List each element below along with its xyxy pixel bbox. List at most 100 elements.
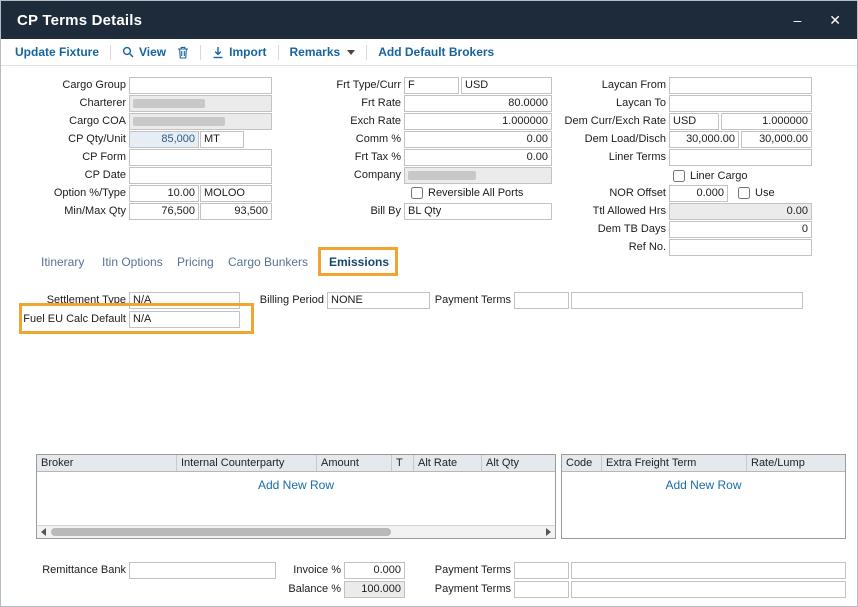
nor-offset-label: NOR Offset bbox=[546, 185, 666, 202]
emissions-payment-terms-code-field[interactable] bbox=[514, 292, 569, 309]
view-label: View bbox=[139, 45, 166, 59]
comm-pct-field[interactable]: 0.00 bbox=[404, 131, 552, 148]
frt-tax-pct-field[interactable]: 0.00 bbox=[404, 149, 552, 166]
update-fixture-button[interactable]: Update Fixture bbox=[15, 45, 99, 59]
dem-tb-days-field[interactable]: 0 bbox=[669, 221, 812, 238]
option-pct-field[interactable]: 10.00 bbox=[129, 185, 199, 202]
tab-pricing[interactable]: Pricing bbox=[177, 255, 214, 269]
cp-qty-field[interactable]: 85,000 bbox=[129, 131, 199, 148]
dem-tb-days-label: Dem TB Days bbox=[546, 221, 666, 238]
brokers-horizontal-scrollbar[interactable] bbox=[37, 525, 555, 538]
frt-type-field[interactable]: F bbox=[404, 77, 459, 94]
frt-type-curr-label: Frt Type/Curr bbox=[291, 77, 401, 94]
payment-terms-2-code-field[interactable] bbox=[514, 581, 569, 598]
brokers-col-broker: Broker bbox=[37, 455, 177, 471]
delete-button[interactable] bbox=[177, 46, 189, 59]
scroll-right-icon bbox=[546, 528, 551, 536]
brokers-add-new-row-link[interactable]: Add New Row bbox=[37, 472, 555, 492]
tab-itin-options[interactable]: Itin Options bbox=[102, 255, 163, 269]
payment-terms-1-code-field[interactable] bbox=[514, 562, 569, 579]
reversible-all-ports-checkbox[interactable] bbox=[411, 187, 423, 199]
nor-offset-use-checkbox[interactable] bbox=[738, 187, 750, 199]
exch-rate-label: Exch Rate bbox=[291, 113, 401, 130]
charterer-label: Charterer bbox=[26, 95, 126, 112]
dem-disch-field[interactable]: 30,000.00 bbox=[741, 131, 812, 148]
redacted-text bbox=[133, 99, 205, 108]
settlement-type-field[interactable]: N/A bbox=[129, 292, 240, 309]
ttl-allowed-hrs-label: Ttl Allowed Hrs bbox=[546, 203, 666, 220]
brokers-table: Broker Internal Counterparty Amount T Al… bbox=[36, 454, 556, 539]
chevron-down-icon bbox=[347, 50, 355, 55]
emissions-payment-terms-label: Payment Terms bbox=[431, 292, 511, 309]
option-type-field[interactable]: MOLOO bbox=[200, 185, 272, 202]
invoice-pct-field[interactable]: 0.000 bbox=[344, 562, 405, 579]
scroll-right-button[interactable] bbox=[542, 526, 555, 538]
minimize-button[interactable]: – bbox=[793, 13, 801, 27]
extra-freight-table-header: Code Extra Freight Term Rate/Lump bbox=[562, 455, 845, 472]
billing-period-label: Billing Period bbox=[244, 292, 324, 309]
nor-offset-use-label: Use bbox=[755, 186, 775, 200]
scroll-left-button[interactable] bbox=[37, 526, 50, 538]
tab-cargo-bunkers[interactable]: Cargo Bunkers bbox=[228, 255, 308, 269]
remarks-button[interactable]: Remarks bbox=[290, 45, 356, 59]
laycan-to-field[interactable] bbox=[669, 95, 812, 112]
extra-freight-add-new-row-link[interactable]: Add New Row bbox=[562, 472, 845, 492]
frt-curr-field[interactable]: USD bbox=[461, 77, 552, 94]
extra-freight-table-body: Add New Row bbox=[562, 472, 845, 538]
cp-terms-details-window: CP Terms Details – ✕ Update Fixture View… bbox=[0, 0, 858, 607]
remarks-label: Remarks bbox=[290, 45, 341, 59]
min-qty-field[interactable]: 76,500 bbox=[129, 203, 199, 220]
min-max-qty-label: Min/Max Qty bbox=[26, 203, 126, 220]
ref-no-field[interactable] bbox=[669, 239, 812, 256]
liner-terms-label: Liner Terms bbox=[546, 149, 666, 166]
payment-terms-1-label: Payment Terms bbox=[431, 562, 511, 579]
settlement-type-label: Settlement Type bbox=[26, 292, 126, 309]
frt-tax-pct-label: Frt Tax % bbox=[291, 149, 401, 166]
liner-cargo-checkbox[interactable] bbox=[673, 170, 685, 182]
toolbar-divider bbox=[200, 45, 201, 60]
payment-terms-1-text-field[interactable] bbox=[571, 562, 846, 579]
nor-offset-field[interactable]: 0.000 bbox=[669, 185, 728, 202]
dem-load-field[interactable]: 30,000.00 bbox=[669, 131, 739, 148]
reversible-all-ports-label: Reversible All Ports bbox=[428, 186, 523, 200]
max-qty-field[interactable]: 93,500 bbox=[200, 203, 272, 220]
payment-terms-2-text-field[interactable] bbox=[571, 581, 846, 598]
import-button[interactable]: Import bbox=[212, 45, 266, 59]
cp-unit-field[interactable]: MT bbox=[200, 131, 244, 148]
cargo-coa-field[interactable] bbox=[129, 113, 272, 130]
charterer-field[interactable] bbox=[129, 95, 272, 112]
scroll-left-icon bbox=[41, 528, 46, 536]
dem-exch-rate-field[interactable]: 1.000000 bbox=[721, 113, 812, 130]
scrollbar-thumb[interactable] bbox=[51, 528, 391, 536]
toolbar-divider bbox=[110, 45, 111, 60]
remittance-bank-field[interactable] bbox=[129, 562, 276, 579]
company-field[interactable] bbox=[404, 167, 552, 184]
tab-itinerary[interactable]: Itinerary bbox=[41, 255, 84, 269]
emissions-payment-terms-text-field[interactable] bbox=[571, 292, 803, 309]
exch-rate-field[interactable]: 1.000000 bbox=[404, 113, 552, 130]
extra-freight-col-term: Extra Freight Term bbox=[602, 455, 747, 471]
company-label: Company bbox=[291, 167, 401, 184]
tab-emissions[interactable]: Emissions bbox=[329, 255, 389, 269]
payment-terms-2-label: Payment Terms bbox=[431, 581, 511, 598]
liner-cargo-label: Liner Cargo bbox=[690, 169, 747, 183]
dem-load-disch-label: Dem Load/Disch bbox=[546, 131, 666, 148]
add-default-brokers-button[interactable]: Add Default Brokers bbox=[378, 45, 494, 59]
frt-rate-label: Frt Rate bbox=[291, 95, 401, 112]
fuel-eu-calc-default-field[interactable]: N/A bbox=[129, 311, 240, 328]
close-button[interactable]: ✕ bbox=[829, 13, 841, 27]
ttl-allowed-hrs-field: 0.00 bbox=[669, 203, 812, 220]
billing-period-field[interactable]: NONE bbox=[327, 292, 430, 309]
laycan-from-field[interactable] bbox=[669, 77, 812, 94]
dem-curr-field[interactable]: USD bbox=[669, 113, 719, 130]
liner-terms-field[interactable] bbox=[669, 149, 812, 166]
option-pct-type-label: Option %/Type bbox=[26, 185, 126, 202]
cargo-group-field[interactable] bbox=[129, 77, 272, 94]
bill-by-field[interactable]: BL Qty bbox=[404, 203, 552, 220]
cp-form-field[interactable] bbox=[129, 149, 272, 166]
view-button[interactable]: View bbox=[122, 45, 166, 59]
frt-rate-field[interactable]: 80.0000 bbox=[404, 95, 552, 112]
remittance-bank-label: Remittance Bank bbox=[16, 562, 126, 579]
toolbar: Update Fixture View Import Remarks Add D… bbox=[1, 39, 857, 66]
cp-date-field[interactable] bbox=[129, 167, 272, 184]
